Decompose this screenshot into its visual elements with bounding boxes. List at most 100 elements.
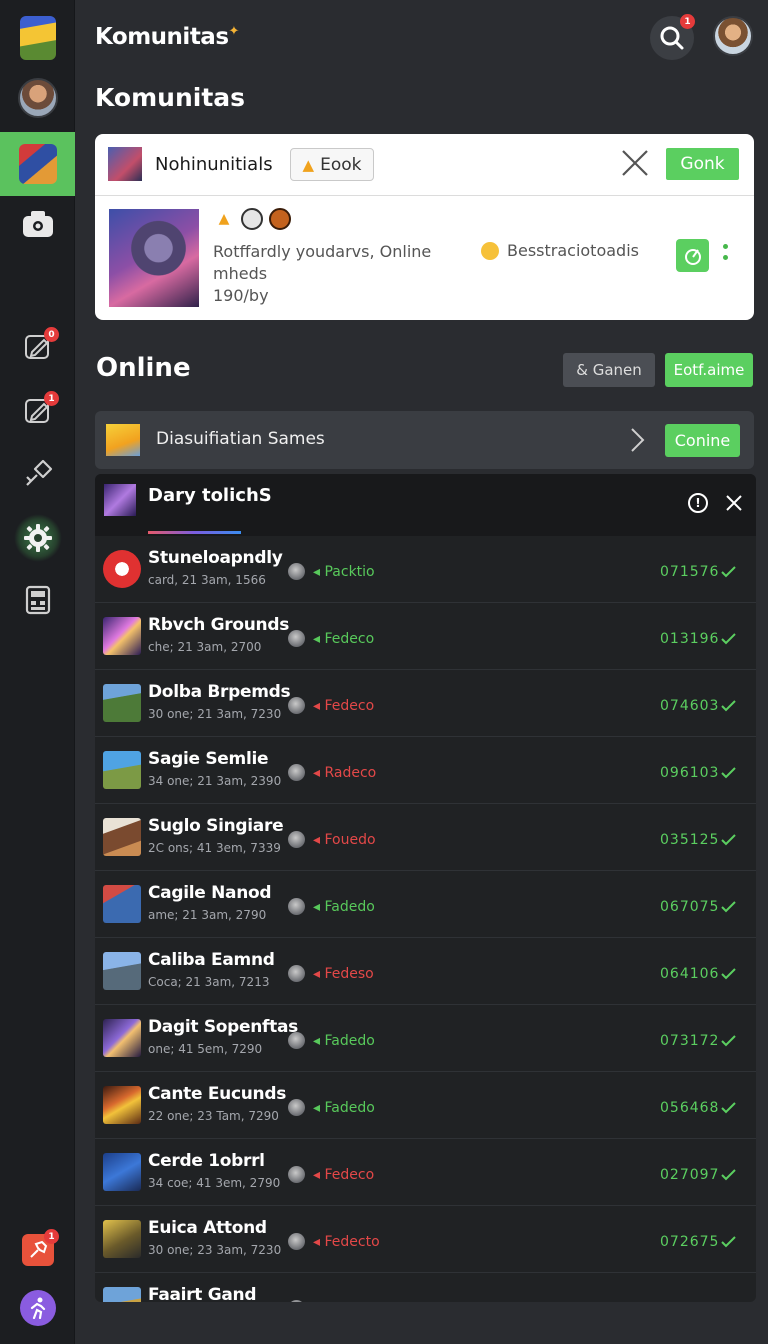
community-name: Nohinunitials	[155, 154, 273, 175]
sidebar-item-pin[interactable]: 1	[0, 1218, 75, 1282]
game-meta: 34 coe; 41 3em, 2790	[148, 1176, 281, 1190]
game-meta: 22 one; 23 Tam, 7290	[148, 1109, 279, 1123]
community-mid-label: Besstraciotoadis	[507, 241, 639, 260]
game-meta: card, 21 3am, 1566	[148, 573, 266, 587]
community-description: Rotffardly youdarvs, Online mheds	[213, 242, 432, 283]
more-options-icon[interactable]	[723, 244, 729, 260]
medal-icon	[288, 965, 305, 982]
community-card-header: Nohinunitials ▲ Eook Gonk	[95, 134, 754, 196]
notification-badge: 1	[44, 1229, 59, 1244]
close-icon[interactable]	[620, 148, 650, 178]
game-thumbnail	[103, 1287, 141, 1302]
community-image	[109, 209, 199, 307]
game-name: Caliba Eamnd	[148, 950, 275, 970]
game-status: ◂ Fedeco	[313, 698, 375, 714]
settings-highlight	[13, 514, 62, 562]
notification-badge: 0	[44, 327, 59, 342]
game-name: Sagie Semlie	[148, 749, 269, 769]
online-title: Online	[96, 353, 191, 383]
list-item[interactable]: Cagile Nanod ame; 21 3am, 2790 ◂ Fadedo 067…	[95, 871, 756, 938]
medal-icon	[288, 1166, 305, 1183]
check-icon	[721, 566, 736, 578]
check-icon	[721, 1035, 736, 1047]
game-status: ◂ Fadedo	[313, 899, 375, 915]
check-icon	[721, 633, 736, 645]
conine-button[interactable]: Conine	[665, 424, 740, 457]
list-item[interactable]: Suglo Singiare 2C ons; 41 3em, 7339 ◂ Foue…	[95, 804, 756, 871]
sidebar-item-community[interactable]	[0, 132, 75, 196]
game-thumbnail	[103, 952, 141, 990]
community-action-button[interactable]	[676, 239, 709, 272]
game-score: 056468	[660, 1100, 720, 1116]
eotf-button[interactable]: Eotf.aime	[665, 353, 753, 387]
user-avatar[interactable]	[713, 16, 753, 56]
game-score: 071576	[660, 564, 720, 580]
sidebar-item-tools[interactable]	[0, 442, 75, 506]
gonk-button[interactable]: Gonk	[666, 148, 739, 180]
game-name: Cagile Nanod	[148, 883, 272, 903]
game-status: ◂ Packtio	[313, 564, 375, 580]
game-meta: ame; 21 3am, 2790	[148, 908, 267, 922]
emoji-icon	[481, 241, 499, 260]
list-item[interactable]: Sagie Semlie 34 one; 21 3am, 2390 ◂ Radeco…	[95, 737, 756, 804]
game-meta: 34 one; 21 3am, 2390	[148, 774, 282, 788]
list-item[interactable]: Faairt Gand	[95, 1273, 756, 1302]
eook-label: Eook	[320, 154, 362, 175]
medal-icon	[288, 831, 305, 848]
panel-header: Dary tolichS !	[95, 474, 756, 536]
list-item[interactable]: Stuneloapndly card, 21 3am, 1566 ◂ Packtio…	[95, 536, 756, 603]
list-item[interactable]: Euica Attond 30 one; 23 3am, 7230 ◂ Fedect…	[95, 1206, 756, 1273]
sparkle-icon: ✦	[228, 24, 240, 39]
ganen-button[interactable]: & Ganen	[563, 353, 655, 387]
community-stat: 190/by	[213, 286, 269, 305]
game-score: 067075	[660, 899, 720, 915]
warning-icon: ▲	[218, 211, 230, 227]
avatar	[17, 78, 58, 118]
list-item[interactable]: Cante Eucunds 22 one; 23 Tam, 7290 ◂ Faded…	[95, 1072, 756, 1139]
medal-icon	[288, 1233, 305, 1250]
game-name: Stuneloapndly	[148, 548, 283, 568]
basketball-icon	[269, 208, 291, 230]
sidebar-item-edit[interactable]: 0	[0, 314, 75, 378]
sidebar-item-camera[interactable]	[0, 192, 75, 256]
sidebar-item-edit-2[interactable]: 1	[0, 378, 75, 442]
camera-icon	[22, 211, 53, 237]
game-status: ◂ Fedeco	[313, 631, 375, 647]
check-icon	[721, 700, 736, 712]
medal-icon	[288, 1300, 305, 1302]
game-thumbnail	[103, 1086, 141, 1124]
info-icon[interactable]: !	[688, 493, 708, 513]
sidebar-item-settings[interactable]	[0, 506, 75, 570]
community-mid-info: Besstraciotoadis	[481, 241, 639, 260]
check-icon	[721, 968, 736, 980]
list-item[interactable]: Dagit Sopenftas one; 41 5em, 7290 ◂ Fadedo…	[95, 1005, 756, 1072]
eook-button[interactable]: ▲ Eook	[290, 148, 374, 181]
list-item[interactable]: Caliba Eamnd Coca; 21 3am, 7213 ◂ Fedeso 06…	[95, 938, 756, 1005]
sidebar-item-profile[interactable]	[0, 66, 75, 130]
game-meta: Coca; 21 3am, 7213	[148, 975, 270, 989]
run-icon	[19, 1290, 56, 1326]
community-card: Nohinunitials ▲ Eook Gonk ▲ Rotffardly y…	[95, 134, 754, 320]
game-status: ◂ Fadedo	[313, 1033, 375, 1049]
sidebar-item-calculator[interactable]	[0, 568, 75, 632]
check-icon	[721, 1102, 736, 1114]
games-panel: Dary tolichS ! Stuneloapndly card, 21 3am…	[95, 474, 756, 1302]
sidebar-item-activity[interactable]	[0, 1276, 75, 1340]
sidebar-item-home[interactable]	[0, 6, 75, 70]
notification-badge: 1	[44, 391, 59, 406]
game-score: 035125	[660, 832, 720, 848]
medal-icon	[288, 898, 305, 915]
chevron-right-icon[interactable]	[625, 425, 649, 455]
community-card-body: ▲ Rotffardly youdarvs, Online mheds 190/…	[95, 196, 754, 320]
online-category-bar[interactable]: Diasuifiatian Sames Conine	[95, 411, 754, 469]
game-meta: 2C ons; 41 3em, 7339	[148, 841, 281, 855]
game-status: ◂ Fedeso	[313, 966, 374, 982]
game-status: ◂ Radeco	[313, 765, 377, 781]
close-icon[interactable]	[725, 494, 743, 512]
search-icon	[660, 26, 684, 50]
game-status: ◂ Fedeco	[313, 1167, 375, 1183]
list-item[interactable]: Cerde 1obrrl 34 coe; 41 3em, 2790 ◂ Fedeco…	[95, 1139, 756, 1206]
page-title: Komunitas	[95, 83, 246, 112]
list-item[interactable]: Rbvch Grounds che; 21 3am, 2700 ◂ Fedeco 01…	[95, 603, 756, 670]
list-item[interactable]: Dolba Brpemds 30 one; 21 3am, 7230 ◂ Fedec…	[95, 670, 756, 737]
